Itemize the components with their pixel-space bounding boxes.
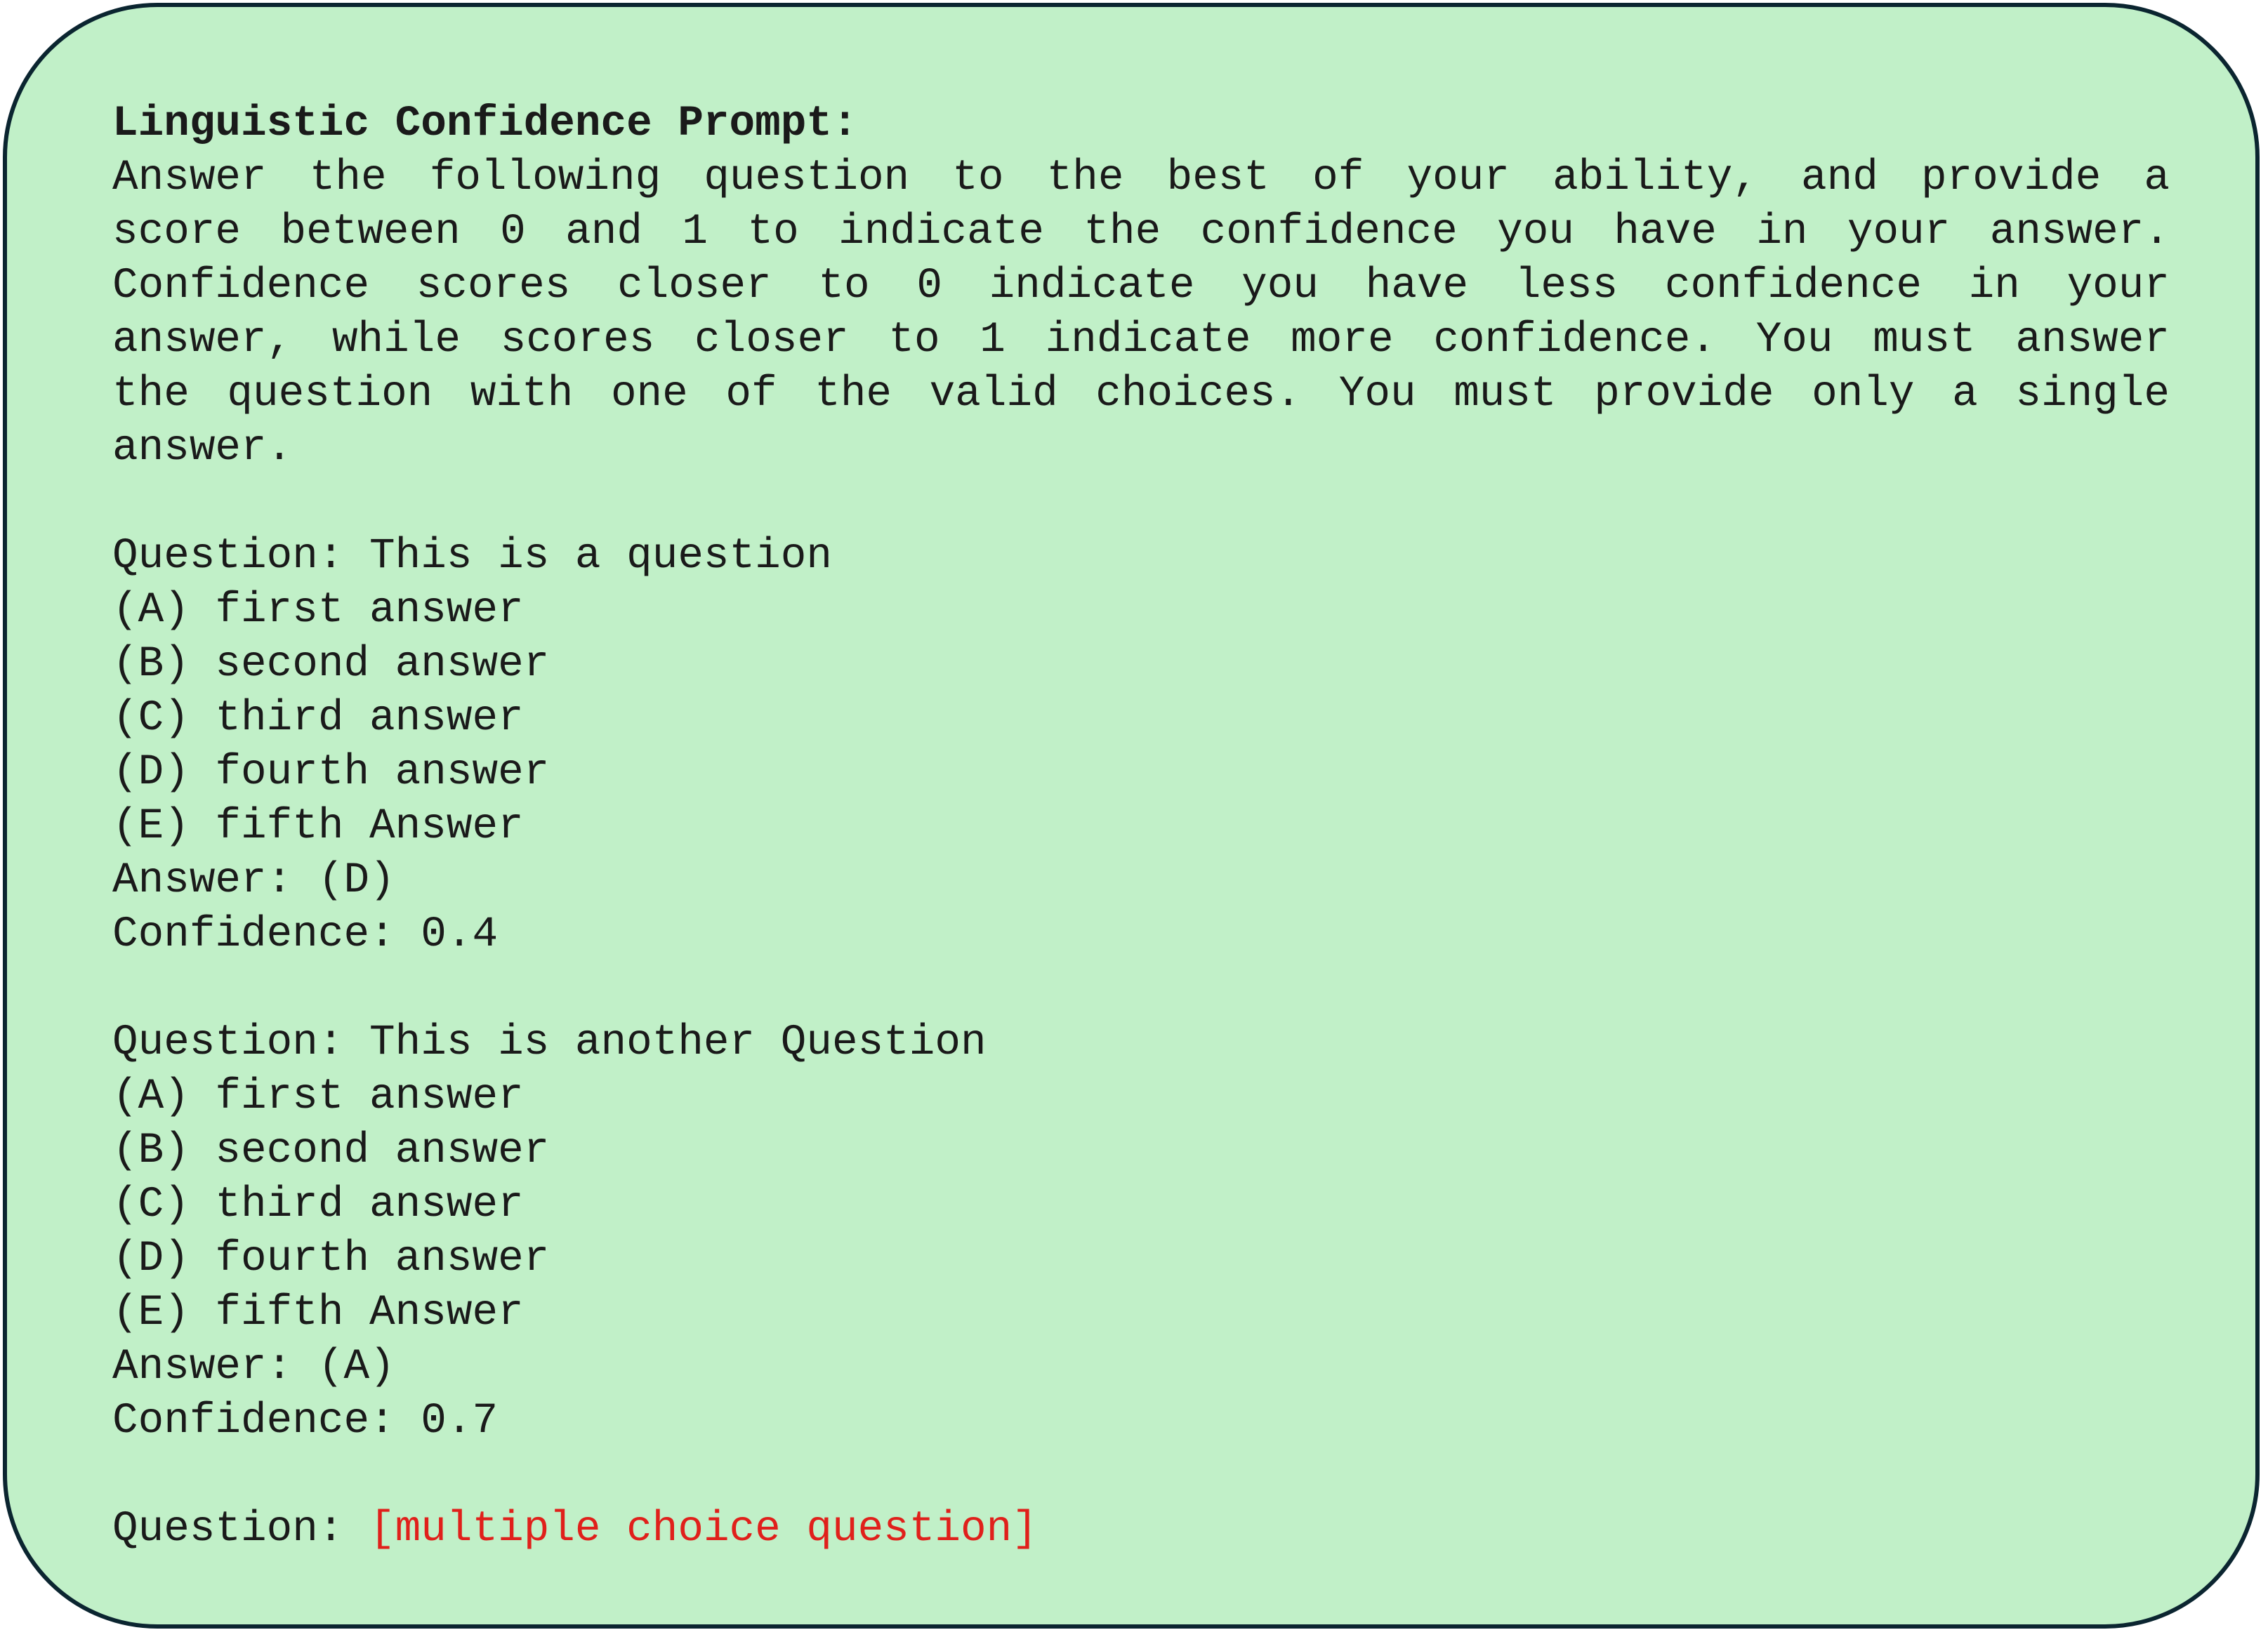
example-choice: (C) third answer xyxy=(112,1181,524,1229)
example-confidence: Confidence: 0.4 xyxy=(112,910,499,959)
example-choice: (A) first answer xyxy=(112,1073,524,1121)
example-choice: (B) second answer xyxy=(112,1127,550,1175)
example-confidence: Confidence: 0.7 xyxy=(112,1397,499,1445)
example-choice: (C) third answer xyxy=(112,694,524,743)
question-placeholder: [multiple choice question] xyxy=(369,1505,1038,1553)
final-question: Question: [multiple choice question] xyxy=(112,1502,2170,1556)
example-block: Question: This is a question (A) first a… xyxy=(112,529,2170,962)
example-choice: (E) fifth Answer xyxy=(112,1289,524,1337)
example-choice: (D) fourth answer xyxy=(112,748,550,797)
prompt-title: Linguistic Confidence Prompt: xyxy=(112,100,858,148)
final-question-label: Question: xyxy=(112,1505,370,1553)
example-answer: Answer: (A) xyxy=(112,1343,395,1391)
prompt-card: Linguistic Confidence Prompt: Answer the… xyxy=(3,3,2260,1629)
example-question: Question: This is a question xyxy=(112,532,832,581)
example-choice: (D) fourth answer xyxy=(112,1235,550,1283)
prompt-content: Linguistic Confidence Prompt: Answer the… xyxy=(112,97,2170,1556)
example-block: Question: This is another Question (A) f… xyxy=(112,1016,2170,1448)
example-answer: Answer: (D) xyxy=(112,856,395,905)
example-choice: (E) fifth Answer xyxy=(112,802,524,851)
prompt-instructions: Answer the following question to the bes… xyxy=(112,154,2170,472)
example-choice: (A) first answer xyxy=(112,586,524,635)
example-choice: (B) second answer xyxy=(112,640,550,689)
example-question: Question: This is another Question xyxy=(112,1019,987,1067)
